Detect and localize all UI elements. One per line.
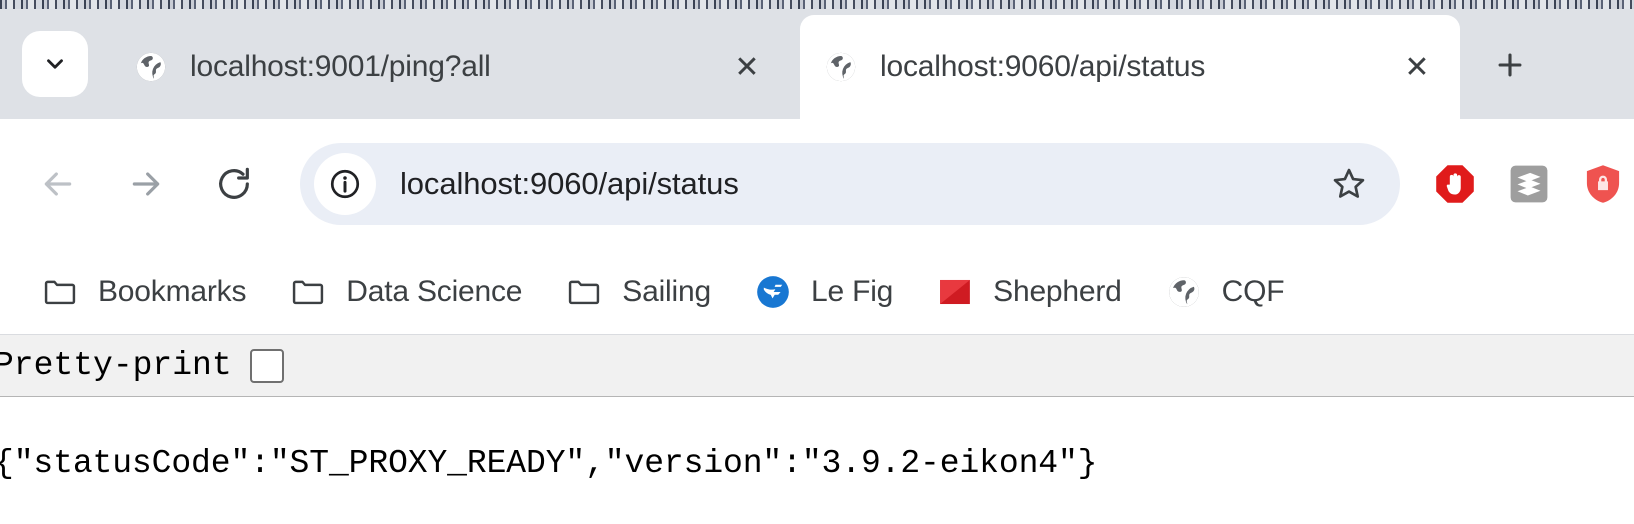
globe-icon <box>824 50 858 84</box>
bookmark-label: Shepherd <box>993 274 1122 308</box>
tab-close-button[interactable]: ✕ <box>724 44 770 90</box>
bookmark-item-le-fig[interactable]: Le Fig <box>739 263 907 321</box>
json-response-text: {"statusCode":"ST_PROXY_READY","version"… <box>0 445 1098 482</box>
globe-icon <box>134 50 168 84</box>
folder-icon <box>564 272 604 312</box>
bookmark-item-data-science[interactable]: Data Science <box>274 263 536 321</box>
bookmark-label: Sailing <box>622 274 711 308</box>
bookmark-label: Le Fig <box>810 274 894 308</box>
bookmark-item-shepherd[interactable]: Shepherd <box>921 263 1136 321</box>
bookmark-star-button[interactable] <box>1318 153 1380 215</box>
pretty-print-checkbox[interactable] <box>249 348 284 383</box>
pretty-print-label: Pretty-print <box>0 347 232 384</box>
bookmark-item-cqf[interactable]: CQF <box>1150 263 1299 321</box>
arrow-left-icon <box>44 172 72 196</box>
stacked-lines-icon <box>1510 165 1548 203</box>
lefigaro-icon <box>753 272 793 312</box>
address-bar[interactable]: localhost:9060/api/status <box>300 143 1400 225</box>
shield-icon <box>1586 165 1620 203</box>
stop-hand-icon <box>1436 165 1474 203</box>
arrow-right-icon <box>132 172 160 196</box>
plus-icon <box>1498 53 1522 77</box>
bookmark-label: Bookmarks <box>98 274 247 308</box>
info-circle-icon <box>330 169 360 199</box>
tab-title: localhost:9001/ping?all <box>190 50 491 83</box>
tab-localhost-9060-api-status[interactable]: localhost:9060/api/status ✕ <box>800 15 1460 119</box>
tab-search-button[interactable] <box>22 31 88 97</box>
browser-window: localhost:9001/ping?all ✕ localhost:9060… <box>0 9 1634 524</box>
reload-icon <box>219 167 249 199</box>
url-input[interactable]: localhost:9060/api/status <box>400 166 1318 202</box>
folder-icon <box>288 272 328 312</box>
star-outline-icon <box>1333 168 1365 198</box>
page-content: Pretty-print {"statusCode":"ST_PROXY_REA… <box>0 335 1634 524</box>
reload-button[interactable] <box>198 148 270 220</box>
browser-toolbar: localhost:9060/api/status <box>0 119 1634 249</box>
bookmark-label: Data Science <box>346 274 523 308</box>
tab-strip: localhost:9001/ping?all ✕ localhost:9060… <box>0 9 1634 119</box>
folder-icon <box>40 272 80 312</box>
extensions-area <box>1418 147 1634 221</box>
pretty-print-bar: Pretty-print <box>0 335 1634 397</box>
globe-icon <box>1164 272 1204 312</box>
bookmarks-bar: Bookmarks Data Science Sailing Le Fig Sh… <box>0 249 1634 335</box>
bookmark-label: CQF <box>1221 274 1285 308</box>
back-button[interactable] <box>22 148 94 220</box>
new-tab-button[interactable] <box>1480 35 1540 95</box>
todoist-extension-button[interactable] <box>1492 147 1566 221</box>
bookmark-item-sailing[interactable]: Sailing <box>550 263 725 321</box>
red-square-icon <box>935 272 975 312</box>
tab-localhost-9001-ping[interactable]: localhost:9001/ping?all ✕ <box>110 15 790 119</box>
forward-button[interactable] <box>110 148 182 220</box>
bookmark-item-bookmarks[interactable]: Bookmarks <box>26 263 260 321</box>
tab-close-button[interactable]: ✕ <box>1394 44 1440 90</box>
background-window-sliver <box>0 0 1634 9</box>
site-info-button[interactable] <box>314 153 376 215</box>
shield-extension-button[interactable] <box>1566 147 1634 221</box>
adblock-extension-button[interactable] <box>1418 147 1492 221</box>
chevron-down-icon <box>47 59 63 69</box>
tab-title: localhost:9060/api/status <box>880 50 1206 83</box>
